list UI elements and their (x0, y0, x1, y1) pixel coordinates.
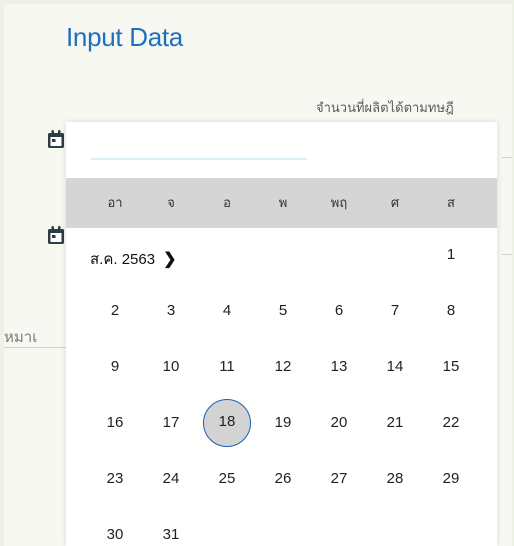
calendar-day[interactable]: 27 (316, 456, 362, 502)
calendar-day[interactable]: 29 (428, 456, 474, 502)
calendar-day[interactable]: 4 (204, 288, 250, 334)
calendar-day[interactable]: 11 (204, 344, 250, 390)
calendar-day[interactable]: 26 (260, 456, 306, 502)
calendar-day[interactable]: 8 (428, 288, 474, 334)
datepicker-input-underline[interactable] (91, 158, 307, 160)
calendar-day[interactable]: 10 (148, 344, 194, 390)
page-title: Input Data (66, 22, 183, 52)
calendar-day[interactable]: 22 (428, 400, 474, 446)
calendar-day[interactable]: 19 (260, 400, 306, 446)
calendar-day[interactable]: 28 (372, 456, 418, 502)
weekday-header: อา จ อ พ พฤ ศ ส (66, 178, 497, 228)
calendar-day[interactable]: 3 (148, 288, 194, 334)
calendar-day[interactable]: 9 (92, 344, 138, 390)
month-label[interactable]: ส.ค. 2563 (90, 247, 155, 271)
calendar-icon[interactable] (48, 226, 64, 244)
calendar-day[interactable]: 21 (372, 400, 418, 446)
chevron-right-icon[interactable]: ❯ (163, 249, 176, 269)
weekday-label: พฤ (330, 195, 348, 210)
selected-day[interactable]: 18 (203, 399, 251, 447)
weekday-label: ส (447, 195, 455, 210)
note-field-label: หมาเ (4, 329, 38, 346)
calendar-day[interactable]: 17 (148, 400, 194, 446)
calendar-day[interactable]: 12 (260, 344, 306, 390)
weekday-label: ศ (390, 195, 400, 210)
field-underline (502, 157, 512, 158)
calendar-day[interactable]: 7 (372, 288, 418, 334)
field-underline (502, 254, 512, 255)
calendar-day[interactable]: 31 (148, 512, 194, 546)
calendar-day[interactable]: 1 (428, 232, 474, 278)
calendar-day[interactable]: 6 (316, 288, 362, 334)
calendar-day[interactable]: 20 (316, 400, 362, 446)
weekday-label: อ (223, 195, 231, 210)
calendar-day[interactable]: 5 (260, 288, 306, 334)
calendar-day[interactable]: 15 (428, 344, 474, 390)
calendar-day[interactable]: 23 (92, 456, 138, 502)
calendar-day[interactable]: 2 (92, 288, 138, 334)
calendar-day[interactable]: 14 (372, 344, 418, 390)
calendar-day[interactable]: 16 (92, 400, 138, 446)
calendar-day[interactable]: 24 (148, 456, 194, 502)
weekday-label: จ (167, 195, 175, 210)
calendar-icon[interactable] (48, 130, 64, 148)
calendar-day[interactable]: 25 (204, 456, 250, 502)
weekday-label: พ (278, 195, 288, 210)
calendar-day[interactable]: 30 (92, 512, 138, 546)
field-underline (4, 347, 70, 348)
calendar-day[interactable]: 13 (316, 344, 362, 390)
month-selector[interactable]: ส.ค. 2563 ❯ (90, 247, 176, 271)
datepicker-popup[interactable]: อา จ อ พ พฤ ศ ส ส.ค. 2563 ❯ 1 2 3 4 5 6 7 8 9 10 1… (66, 122, 497, 546)
quantity-field-label: จำนวนที่ผลิตได้ตามทษฎี (316, 100, 454, 115)
weekday-label: อา (107, 195, 123, 210)
